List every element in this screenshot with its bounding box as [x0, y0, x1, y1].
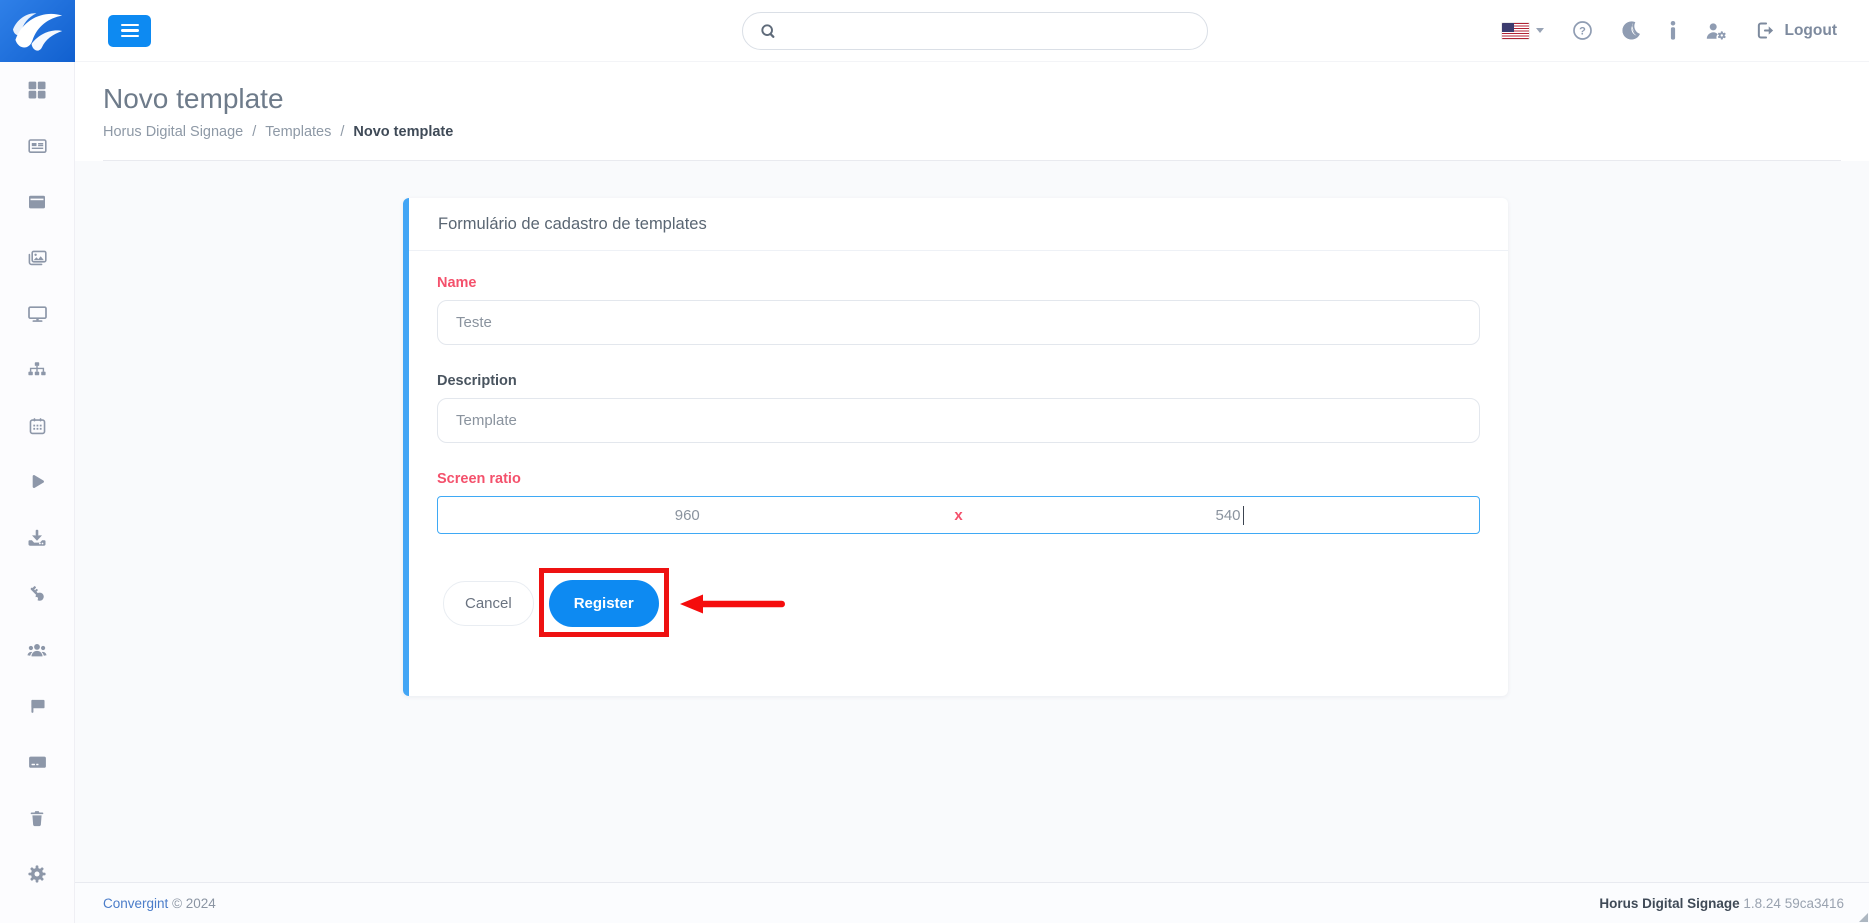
breadcrumb-link-root[interactable]: Horus Digital Signage [103, 124, 243, 140]
card-body: Name Description Screen ratio 960 x 540 [403, 251, 1508, 627]
search-bar [742, 12, 1208, 50]
svg-text:?: ? [1580, 25, 1587, 37]
sidebar-item-downloads[interactable] [0, 510, 74, 566]
sidebar-item-trash[interactable] [0, 790, 74, 846]
sidebar-item-settings[interactable] [0, 846, 74, 902]
dashboard-grid-icon [27, 80, 47, 100]
moon-icon [1621, 20, 1641, 41]
calendar-icon [28, 416, 47, 436]
description-field: Description [437, 373, 1480, 443]
screen-ratio-label: Screen ratio [437, 471, 1480, 487]
user-gear-icon [1705, 21, 1728, 41]
footer-right: Horus Digital Signage 1.8.24 59ca3416 [1599, 896, 1844, 911]
sidebar-item-dashboard[interactable] [0, 62, 74, 118]
sidebar-item-schedule[interactable] [0, 398, 74, 454]
text-cursor [1243, 506, 1245, 525]
breadcrumb-separator: / [252, 124, 256, 140]
trash-icon [28, 808, 46, 828]
description-label: Description [437, 373, 1480, 389]
footer-left: Convergint © 2024 [103, 896, 216, 911]
card-title: Formulário de cadastro de templates [403, 198, 1508, 251]
cancel-button[interactable]: Cancel [443, 581, 534, 626]
play-icon [28, 472, 46, 492]
annotation-arrow-icon [680, 592, 786, 616]
screen-ratio-box: 960 x 540 [437, 496, 1480, 534]
hamburger-icon [121, 24, 139, 27]
caret-down-icon [1536, 28, 1544, 33]
breadcrumb: Horus Digital Signage / Templates / Novo… [103, 124, 1841, 140]
register-wrap: Register [549, 580, 659, 627]
images-icon [27, 248, 48, 268]
template-form-card: Formulário de cadastro de templates Name… [403, 198, 1508, 696]
ratio-height-input[interactable]: 540 [981, 497, 1480, 533]
name-input[interactable] [437, 300, 1480, 345]
info-icon [1669, 21, 1677, 40]
breadcrumb-current: Novo template [353, 124, 453, 140]
users-icon [26, 640, 48, 660]
sidebar-item-screens[interactable] [0, 286, 74, 342]
screen-ratio-field: Screen ratio 960 x 540 [437, 471, 1480, 534]
user-settings-button[interactable] [1705, 21, 1728, 41]
help-circle-icon: ? [1572, 20, 1593, 41]
resize-handle[interactable] [1859, 913, 1868, 922]
footer-version: 1.8.24 59ca3416 [1743, 896, 1844, 911]
eagle-icon [7, 6, 69, 56]
menu-toggle-button[interactable] [108, 15, 151, 47]
download-icon [27, 528, 47, 548]
sidebar-item-news[interactable] [0, 118, 74, 174]
footer-app-name: Horus Digital Signage [1599, 896, 1739, 911]
newspaper-icon [27, 136, 48, 156]
card-accent-stripe [403, 198, 409, 696]
flag-icon [28, 696, 47, 716]
logout-label: Logout [1784, 22, 1837, 40]
app-logo[interactable] [0, 0, 75, 62]
dark-mode-button[interactable] [1621, 20, 1641, 41]
sitemap-icon [27, 360, 47, 380]
page-header: Novo template Horus Digital Signage / Te… [75, 62, 1869, 161]
sidebar-item-media[interactable] [0, 230, 74, 286]
card-icon [27, 752, 48, 772]
us-flag-icon [1502, 23, 1529, 39]
logout-icon [1756, 21, 1775, 40]
breadcrumb-separator: / [340, 124, 344, 140]
sidebar [0, 62, 75, 923]
topbar-actions: ? [1502, 20, 1869, 41]
footer-copyright: © 2024 [172, 896, 216, 911]
search-input[interactable] [788, 13, 1207, 49]
sidebar-item-flags[interactable] [0, 678, 74, 734]
ratio-separator-x: x [937, 497, 981, 533]
search-icon [759, 22, 778, 41]
name-label: Name [437, 275, 1480, 291]
gear-icon [27, 864, 47, 884]
info-button[interactable] [1669, 21, 1677, 40]
topbar: ? [0, 0, 1869, 62]
sidebar-item-window[interactable] [0, 174, 74, 230]
main-content: Novo template Horus Digital Signage / Te… [75, 62, 1869, 923]
monitor-icon [27, 304, 48, 324]
sidebar-item-users[interactable] [0, 622, 74, 678]
name-field: Name [437, 275, 1480, 345]
footer-brand-link[interactable]: Convergint [103, 896, 168, 911]
register-button[interactable]: Register [549, 580, 659, 627]
form-actions: Cancel Register [437, 580, 1480, 627]
ratio-width-input[interactable]: 960 [438, 497, 937, 533]
sidebar-item-sitemap[interactable] [0, 342, 74, 398]
page-title: Novo template [103, 83, 1841, 115]
footer: Convergint © 2024 Horus Digital Signage … [75, 882, 1869, 923]
key-icon [27, 584, 47, 604]
help-button[interactable]: ? [1572, 20, 1593, 41]
window-icon [27, 192, 47, 212]
sidebar-item-keys[interactable] [0, 566, 74, 622]
description-input[interactable] [437, 398, 1480, 443]
sidebar-item-play[interactable] [0, 454, 74, 510]
sidebar-item-cards[interactable] [0, 734, 74, 790]
content-area: Formulário de cadastro de templates Name… [75, 161, 1869, 882]
breadcrumb-link-templates[interactable]: Templates [265, 124, 331, 140]
logout-button[interactable]: Logout [1756, 21, 1837, 40]
language-selector-button[interactable] [1502, 23, 1544, 39]
